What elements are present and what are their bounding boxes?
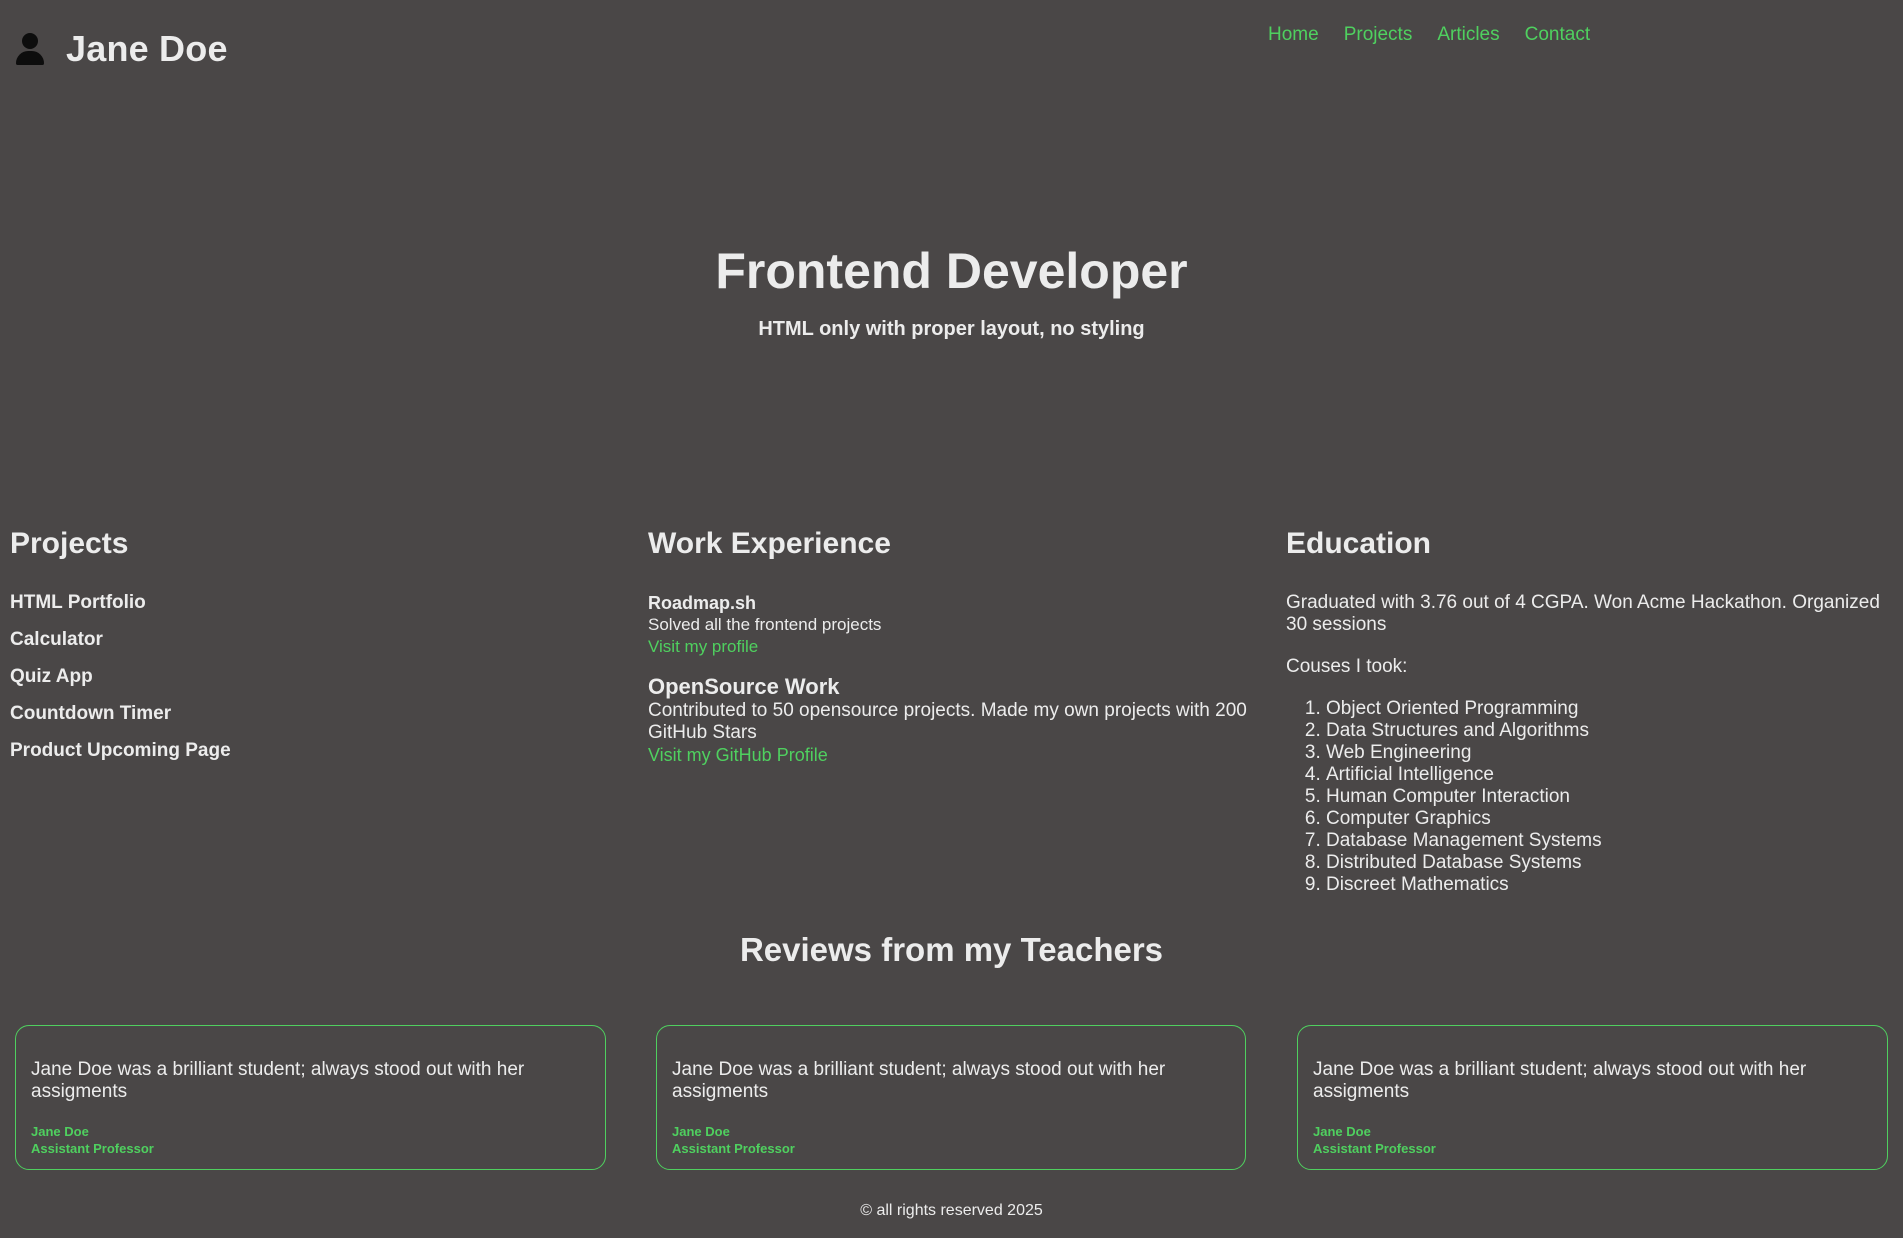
review-card: Jane Doe was a brilliant student; always…	[15, 1025, 606, 1170]
site-header: Jane Doe Home Projects Articles Contact	[0, 0, 1903, 110]
nav-link-home[interactable]: Home	[1268, 24, 1319, 46]
work-heading: Work Experience	[648, 527, 891, 560]
review-text: Jane Doe was a brilliant student; always…	[31, 1059, 525, 1102]
course-item: Database Management Systems	[1326, 830, 1896, 852]
nav-link-contact[interactable]: Contact	[1525, 24, 1590, 46]
project-item: Calculator	[10, 629, 103, 650]
job-title: OpenSource Work	[648, 674, 840, 699]
projects-section: Projects HTML Portfolio Calculator Quiz …	[10, 522, 610, 777]
project-item: HTML Portfolio	[10, 592, 146, 613]
review-role: Assistant Professor	[672, 1141, 795, 1156]
visit-github-profile-link[interactable]: Visit my GitHub Profile	[648, 744, 1268, 766]
course-item: Human Computer Interaction	[1326, 786, 1896, 808]
education-summary: Graduated with 3.76 out of 4 CGPA. Won A…	[1286, 592, 1880, 635]
review-card: Jane Doe was a brilliant student; always…	[656, 1025, 1246, 1170]
course-item: Artificial Intelligence	[1326, 764, 1896, 786]
review-role: Assistant Professor	[1313, 1141, 1436, 1156]
course-item: Web Engineering	[1326, 742, 1896, 764]
job-entry: OpenSource Work Contributed to 50 openso…	[648, 674, 1268, 766]
nav-link-articles[interactable]: Articles	[1437, 24, 1499, 46]
courses-label: Couses I took:	[1286, 656, 1408, 677]
review-author: Jane Doe	[672, 1124, 730, 1139]
job-description: Solved all the frontend projects	[648, 615, 882, 634]
course-item: Object Oriented Programming	[1326, 698, 1896, 720]
brand: Jane Doe	[14, 28, 228, 70]
job-description: Contributed to 50 opensource projects. M…	[648, 700, 1247, 743]
site-footer: © all rights reserved 2025	[860, 1202, 1043, 1219]
work-experience-section: Work Experience Roadmap.sh Solved all th…	[648, 522, 1268, 782]
hero-section: Frontend Developer HTML only with proper…	[0, 240, 1903, 341]
hero-subtitle: HTML only with proper layout, no styling	[758, 318, 1145, 340]
main-nav: Home Projects Articles Contact	[1268, 24, 1590, 46]
course-item: Computer Graphics	[1326, 808, 1896, 830]
site-name: Jane Doe	[66, 28, 228, 69]
nav-link-projects[interactable]: Projects	[1344, 24, 1413, 46]
job-entry: Roadmap.sh Solved all the frontend proje…	[648, 592, 1268, 658]
projects-heading: Projects	[10, 527, 129, 560]
job-title: Roadmap.sh	[648, 593, 757, 613]
course-list: Object Oriented Programming Data Structu…	[1286, 698, 1896, 896]
visit-profile-link[interactable]: Visit my profile	[648, 636, 1268, 658]
project-item: Quiz App	[10, 666, 93, 687]
hero-title: Frontend Developer	[715, 243, 1188, 299]
education-section: Education Graduated with 3.76 out of 4 C…	[1286, 522, 1896, 896]
course-item: Discreet Mathematics	[1326, 874, 1896, 896]
review-role: Assistant Professor	[31, 1141, 154, 1156]
course-item: Data Structures and Algorithms	[1326, 720, 1896, 742]
review-author: Jane Doe	[1313, 1124, 1371, 1139]
review-text: Jane Doe was a brilliant student; always…	[672, 1059, 1166, 1102]
project-item: Product Upcoming Page	[10, 740, 231, 761]
project-item: Countdown Timer	[10, 703, 172, 724]
reviews-heading: Reviews from my Teachers	[739, 931, 1164, 968]
user-avatar-icon	[14, 31, 46, 67]
review-card: Jane Doe was a brilliant student; always…	[1297, 1025, 1888, 1170]
review-text: Jane Doe was a brilliant student; always…	[1313, 1059, 1807, 1102]
education-heading: Education	[1286, 527, 1432, 560]
course-item: Distributed Database Systems	[1326, 852, 1896, 874]
review-author: Jane Doe	[31, 1124, 89, 1139]
